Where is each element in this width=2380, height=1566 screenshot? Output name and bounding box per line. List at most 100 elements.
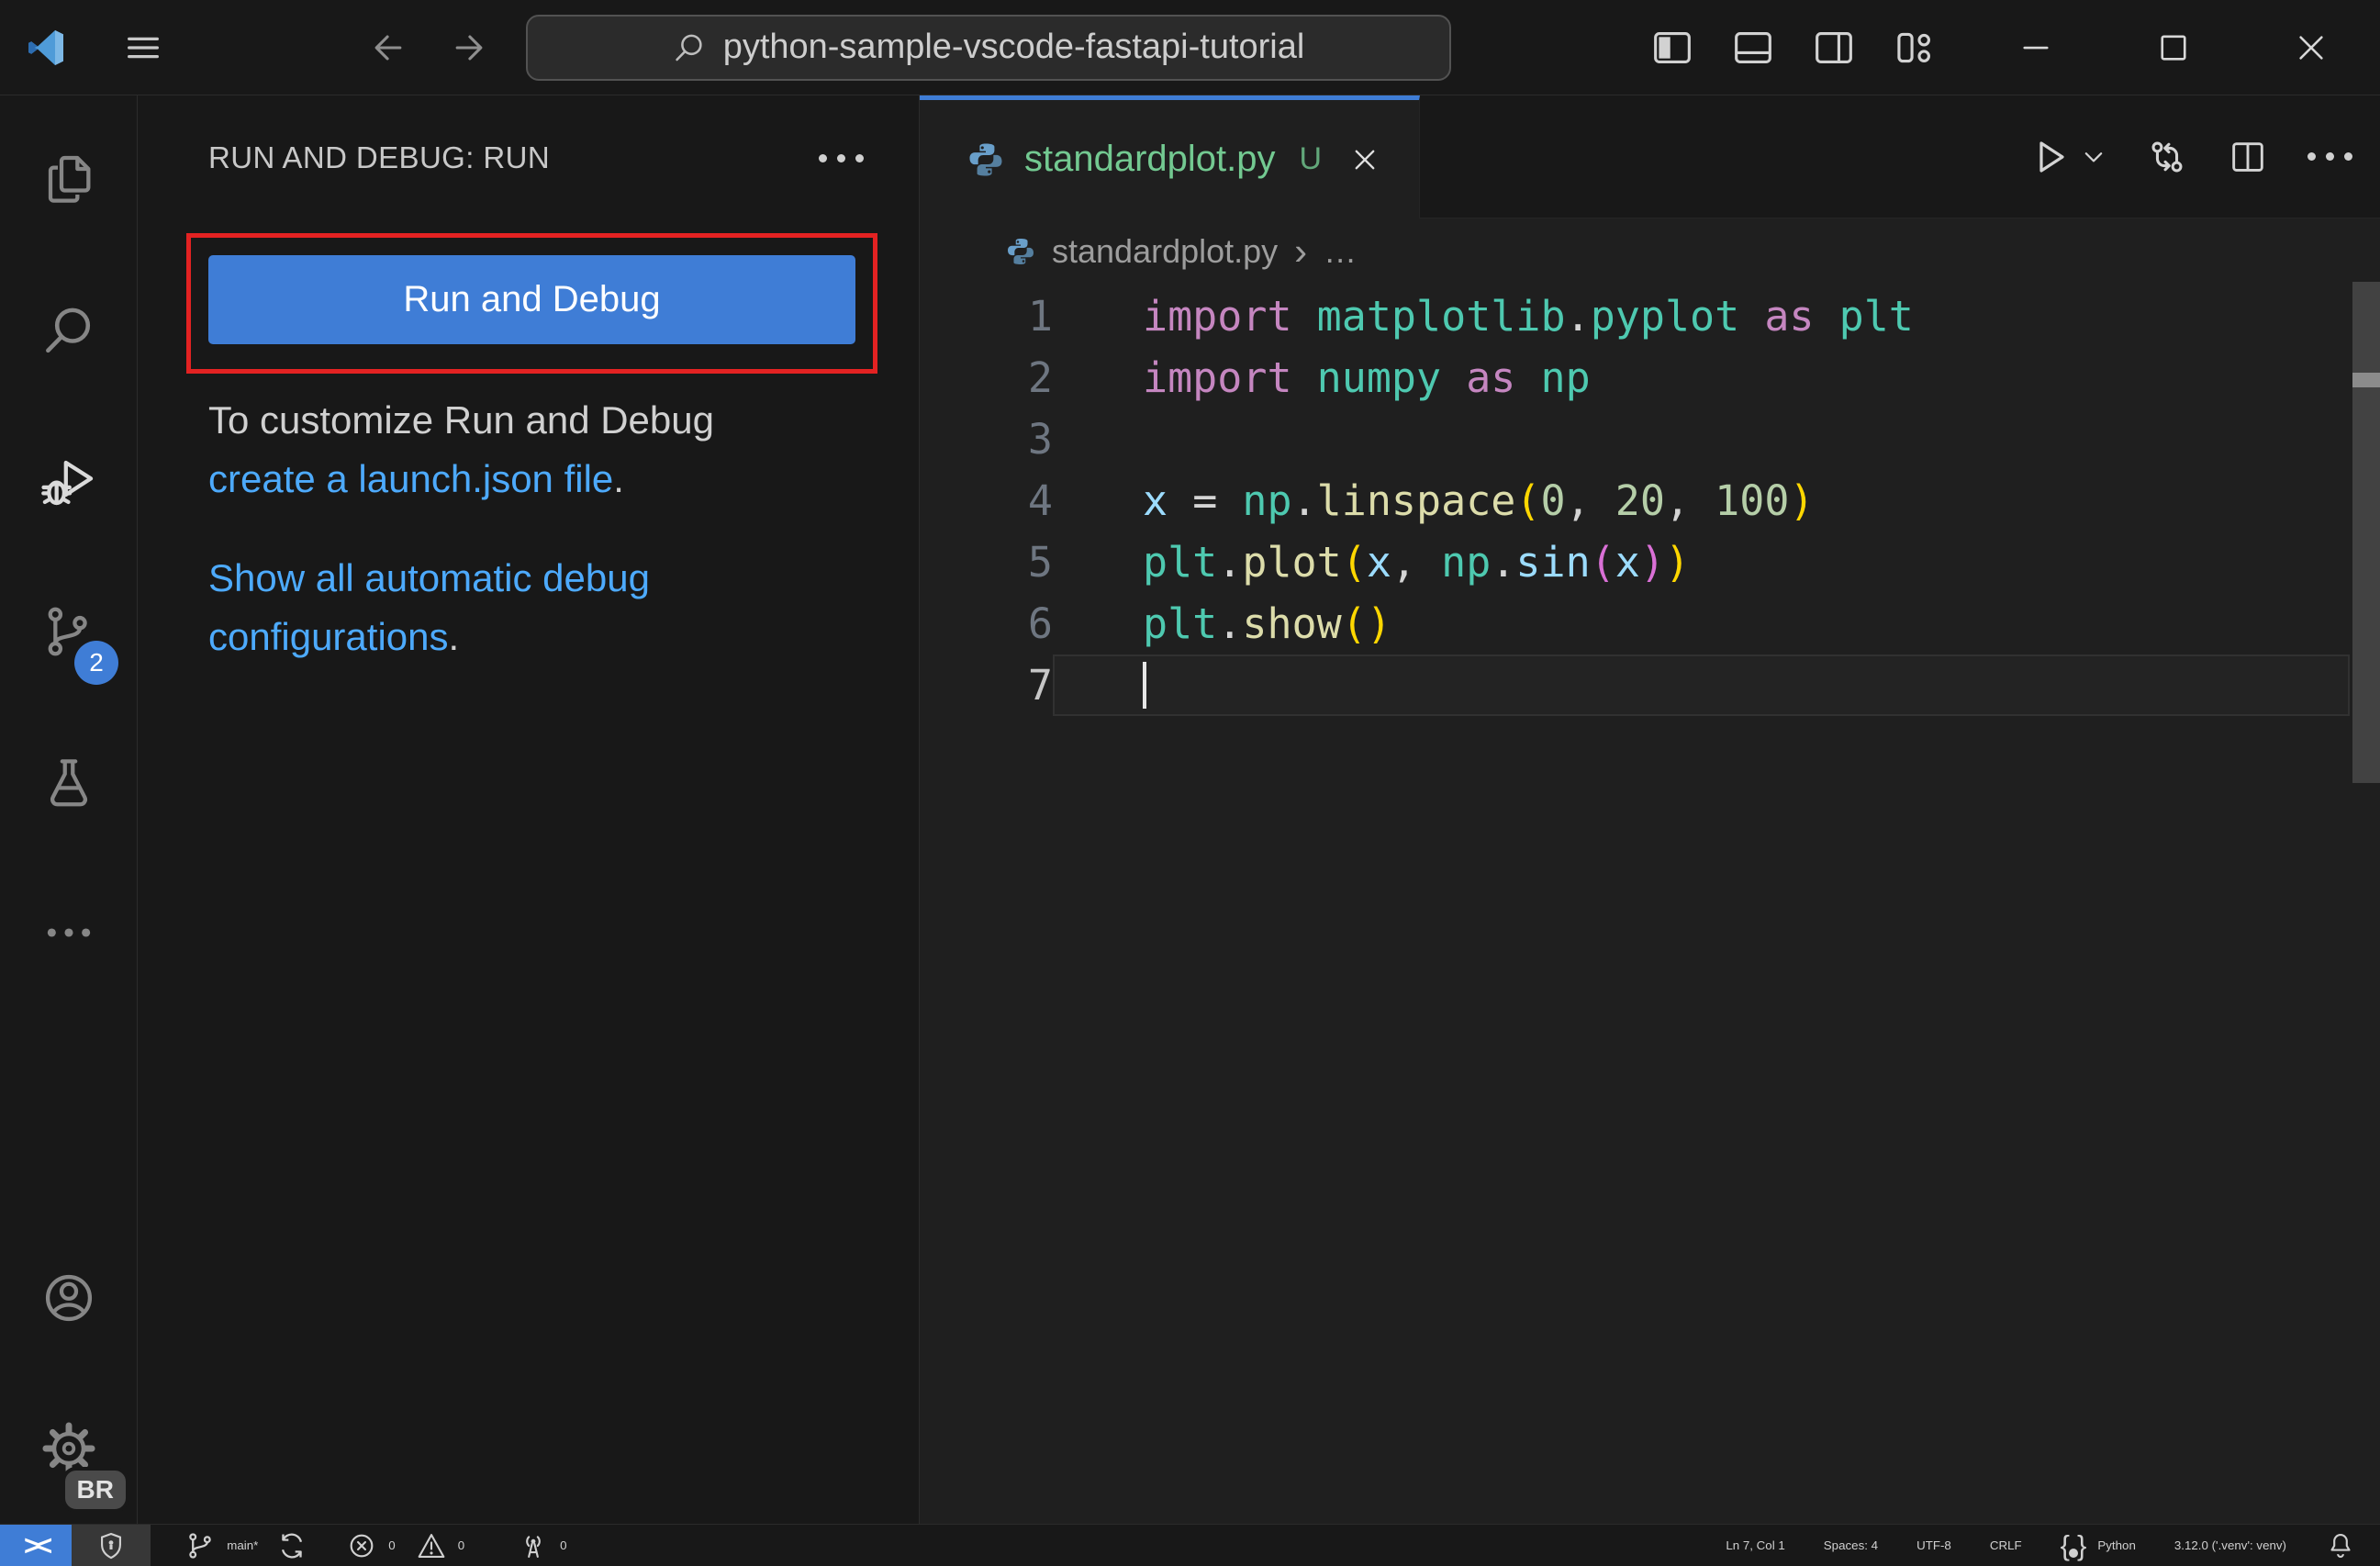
layout-controls [1649,25,1947,71]
problems-status[interactable]: 0 0 [327,1525,484,1566]
more-views-icon[interactable] [0,857,137,1008]
create-launch-json-link[interactable]: create a launch.json file [208,457,613,500]
line-content[interactable] [1053,408,2350,470]
warning-count: 0 [457,1538,465,1552]
command-center-search[interactable]: python-sample-vscode-fastapi-tutorial [525,14,1451,81]
tab-close-icon[interactable] [1349,144,1380,175]
source-control-badge: 2 [74,641,118,685]
toggle-secondary-sidebar-icon[interactable] [1811,25,1857,71]
language-mode-status[interactable]: {} Python [2041,1525,2155,1566]
sidebar-welcome-text: To customize Run and Debug create a laun… [208,391,856,666]
code-token: . [1291,476,1317,525]
code-token: ( [1515,476,1541,525]
code-token: x [1366,538,1391,587]
git-branch-status[interactable]: main* [165,1525,327,1566]
code-token: . [1491,538,1516,587]
split-editor-icon[interactable] [2227,136,2269,178]
run-and-debug-button[interactable]: Run and Debug [208,255,855,344]
ports-status[interactable]: 0 [498,1525,586,1566]
code-line[interactable]: 7 [920,654,2380,716]
cursor-position-status[interactable]: Ln 7, Col 1 [1706,1525,1804,1566]
sentence-period: . [448,615,460,658]
git-untracked-badge: U [1299,141,1323,176]
line-content[interactable]: import numpy as np [1053,347,2350,408]
text-cursor [1143,662,1146,709]
line-number: 6 [1027,599,1053,648]
workspace-trust-icon[interactable] [72,1525,151,1566]
tab-standardplot[interactable]: standardplot.py U [920,95,1421,218]
toggle-primary-sidebar-icon[interactable] [1649,25,1695,71]
radio-tower-icon [526,1535,541,1558]
forward-button[interactable] [449,28,489,68]
line-content[interactable]: import matplotlib.pyplot as plt [1053,285,2350,347]
line-content[interactable] [1053,654,2350,716]
code-line[interactable]: 5 plt.plot(x, np.sin(x)) [920,531,2380,593]
code-token: plt [1143,538,1218,587]
eol-status[interactable]: CRLF [1971,1525,2041,1566]
hamburger-menu-icon[interactable] [117,22,169,73]
code-token: , [1391,538,1417,587]
line-number: 2 [1027,353,1053,402]
code-token: . [1217,538,1243,587]
toggle-panel-icon[interactable] [1730,25,1776,71]
code-token: x [1143,476,1168,525]
account-icon[interactable] [0,1223,137,1373]
breadcrumb-symbol-ellipsis[interactable]: … [1324,232,1357,271]
scrollbar-decoration [2352,373,2380,387]
line-content[interactable]: plt.show() [1053,593,2350,654]
code-token: x [1615,538,1640,587]
testing-icon[interactable] [0,707,137,857]
code-line[interactable]: 4x = np.linspace(0, 20, 100) [920,470,2380,531]
sidebar-more-actions-icon[interactable] [819,153,864,162]
error-count: 0 [388,1538,396,1552]
maximize-button[interactable] [2105,0,2242,95]
activity-bar: 2 BR [0,95,138,1524]
explorer-icon[interactable] [0,105,137,255]
source-control-icon[interactable]: 2 [0,556,137,707]
code-line[interactable]: 1 import matplotlib.pyplot as plt [920,285,2380,347]
code-token: np [1441,538,1492,587]
editor-more-actions-icon[interactable] [2307,152,2352,161]
chevron-right-icon: › [1294,229,1308,273]
code-line[interactable]: 6 plt.show() [920,593,2380,654]
indentation-status[interactable]: Spaces: 4 [1805,1525,1897,1566]
show-debug-configs-link[interactable]: Show all automatic debug configurations [208,556,650,658]
remote-indicator[interactable]: >< [0,1525,73,1566]
python-interpreter-status[interactable]: 3.12.0 ('.venv': venv) [2155,1525,2306,1566]
code-line[interactable]: 2 import numpy as np [920,347,2380,408]
back-button[interactable] [368,28,408,68]
line-number: 4 [1027,476,1053,525]
close-button[interactable] [2242,0,2380,95]
code-token: ) [1664,538,1691,587]
settings-gear-icon[interactable]: BR [0,1373,137,1524]
encoding-status[interactable]: UTF-8 [1897,1525,1971,1566]
line-number: 3 [1027,415,1053,464]
breadcrumb: standardplot.py › … [920,218,2380,285]
code-token: , [1565,476,1591,525]
code-token: ) [1789,476,1815,525]
open-changes-icon[interactable] [2146,136,2188,178]
customize-layout-icon[interactable] [1892,25,1938,71]
code-line[interactable]: 3 [920,408,2380,470]
run-python-file-control [2027,135,2107,179]
statusbar-spacer [587,1525,1707,1566]
line-content[interactable]: plt.plot(x, np.sin(x)) [1053,531,2350,593]
editor-scrollbar[interactable] [2352,282,2380,783]
branch-name: main* [227,1538,259,1552]
editor-actions [2027,95,2380,218]
breadcrumb-file[interactable]: standardplot.py [1052,232,1278,271]
line-number: 5 [1027,538,1053,587]
notifications-bell-icon[interactable] [2306,1525,2380,1566]
run-and-debug-icon[interactable] [0,406,137,556]
minimize-button[interactable] [1967,0,2105,95]
search-sidebar-icon[interactable] [0,255,137,406]
run-dropdown-chevron-icon[interactable] [2080,143,2107,171]
line-content[interactable]: x = np.linspace(0, 20, 100) [1053,470,2350,531]
code-token: ) [1366,599,1391,648]
code-token: import [1143,353,1292,402]
search-icon [672,30,707,65]
run-python-file-icon[interactable] [2027,135,2071,179]
